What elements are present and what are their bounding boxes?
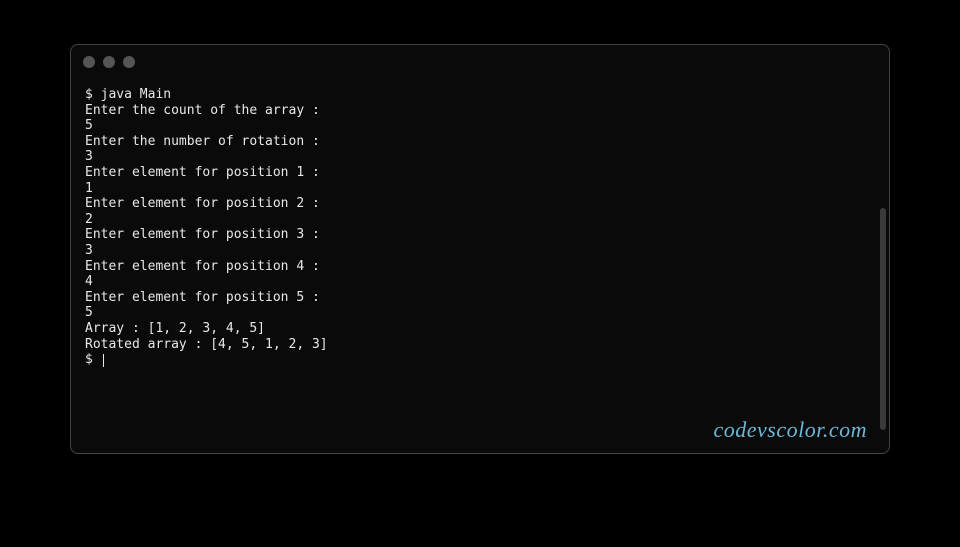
terminal-line: 3 (85, 149, 93, 164)
terminal-line: Enter element for position 1 : (85, 165, 320, 180)
terminal-line: 1 (85, 181, 93, 196)
minimize-dot[interactable] (103, 56, 115, 68)
terminal-line: Array : [1, 2, 3, 4, 5] (85, 321, 265, 336)
watermark: codevscolor.com (713, 417, 867, 443)
terminal-line: 5 (85, 118, 93, 133)
maximize-dot[interactable] (123, 56, 135, 68)
terminal-body[interactable]: $ java Main Enter the count of the array… (71, 73, 889, 382)
terminal-line: Enter element for position 2 : (85, 196, 320, 211)
terminal-line: 5 (85, 305, 93, 320)
terminal-prompt: $ (85, 352, 101, 367)
terminal-line: 2 (85, 212, 93, 227)
cursor-icon (103, 354, 104, 367)
terminal-line: Rotated array : [4, 5, 1, 2, 3] (85, 337, 328, 352)
terminal-line: Enter element for position 4 : (85, 259, 320, 274)
terminal-window: $ java Main Enter the count of the array… (70, 44, 890, 454)
title-bar (71, 51, 889, 73)
terminal-line: Enter the number of rotation : (85, 134, 320, 149)
terminal-line: $ java Main (85, 87, 171, 102)
terminal-line: 3 (85, 243, 93, 258)
terminal-line: Enter element for position 5 : (85, 290, 320, 305)
terminal-line: Enter the count of the array : (85, 103, 320, 118)
close-dot[interactable] (83, 56, 95, 68)
terminal-line: Enter element for position 3 : (85, 227, 320, 242)
scrollbar[interactable] (880, 208, 886, 430)
terminal-line: 4 (85, 274, 93, 289)
